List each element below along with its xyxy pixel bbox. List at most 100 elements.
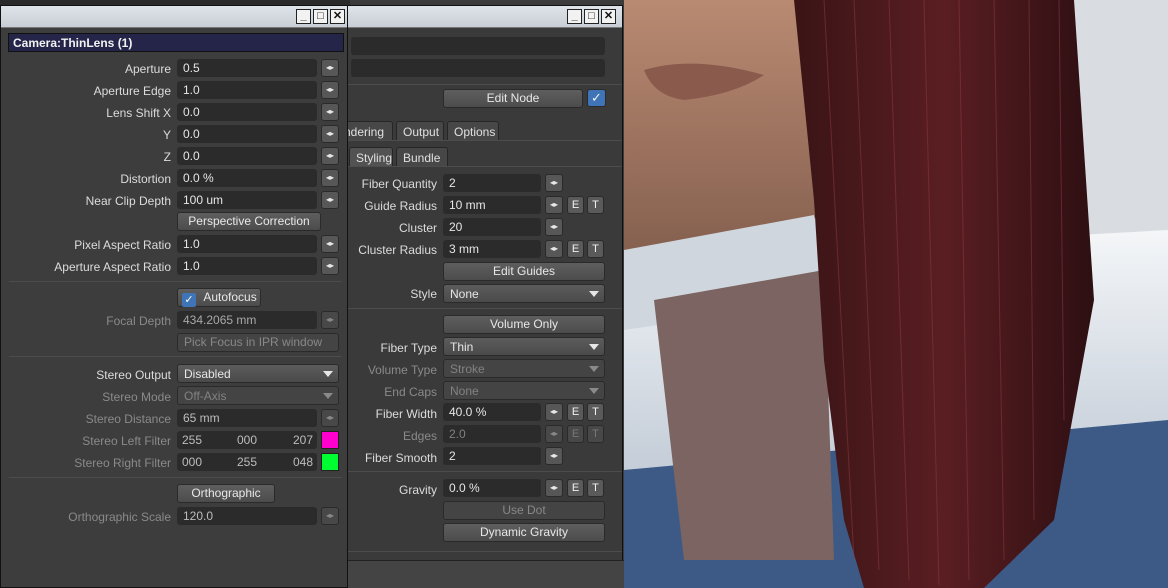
edges-texture-button[interactable]: T [587, 425, 604, 443]
guide-radius-texture-button[interactable]: T [587, 196, 604, 214]
aperture-edge-input[interactable]: 1.0 [177, 81, 317, 99]
volume-type-select[interactable]: Stroke [443, 359, 605, 378]
end-caps-select[interactable]: None [443, 381, 605, 400]
gravity-spinner[interactable]: ◂▸ [545, 479, 563, 497]
fiber-width-input[interactable]: 40.0 % [443, 403, 541, 421]
lens-shift-y-label: Y [162, 128, 171, 142]
cluster-spinner[interactable]: ◂▸ [545, 218, 563, 236]
edges-envelope-button[interactable]: E [567, 425, 584, 443]
volume-only-button[interactable]: Volume Only [443, 315, 605, 334]
cluster-radius-texture-button[interactable]: T [587, 240, 604, 258]
lens-shift-y-input[interactable]: 0.0 [177, 125, 317, 143]
close-button[interactable]: ✕ [601, 9, 616, 24]
aperture-input[interactable]: 0.5 [177, 59, 317, 77]
gravity-input[interactable]: 0.0 % [443, 479, 541, 497]
pixel-aspect-ratio-spinner[interactable]: ◂▸ [321, 235, 339, 253]
fiber-object-field[interactable] [351, 59, 605, 77]
render-viewport [624, 0, 1168, 588]
distortion-spinner[interactable]: ◂▸ [321, 169, 339, 187]
lens-shift-x-spinner[interactable]: ◂▸ [321, 103, 339, 121]
lens-shift-z-spinner[interactable]: ◂▸ [321, 147, 339, 165]
dynamic-gravity-button[interactable]: Dynamic Gravity [443, 523, 605, 542]
stereo-right-color-swatch[interactable] [321, 453, 339, 471]
checkbox-checked-icon: ✓ [182, 293, 196, 307]
edges-input[interactable]: 2.0 [443, 425, 541, 443]
aperture-aspect-ratio-spinner[interactable]: ◂▸ [321, 257, 339, 275]
tab-bundle[interactable]: Bundle [396, 147, 448, 167]
maximize-button[interactable]: □ [313, 9, 328, 24]
focal-depth-input[interactable]: 434.2065 mm [177, 311, 317, 329]
aperture-spinner[interactable]: ◂▸ [321, 59, 339, 77]
cluster-input[interactable]: 20 [443, 218, 541, 236]
minimize-button[interactable]: _ [296, 9, 311, 24]
close-button[interactable]: ✕ [330, 9, 345, 24]
cluster-radius-envelope-button[interactable]: E [567, 240, 584, 258]
gravity-texture-button[interactable]: T [587, 479, 604, 497]
aperture-aspect-ratio-input[interactable]: 1.0 [177, 257, 317, 275]
fiber-quantity-input[interactable]: 2 [443, 174, 541, 192]
lens-shift-z-input[interactable]: 0.0 [177, 147, 317, 165]
maximize-button[interactable]: □ [584, 9, 599, 24]
fiber-smooth-input[interactable]: 2 [443, 447, 541, 465]
fiber-type-label: Fiber Type [380, 341, 437, 355]
pixel-aspect-ratio-input[interactable]: 1.0 [177, 235, 317, 253]
orthographic-scale-input[interactable]: 120.0 [177, 507, 317, 525]
fiber-width-texture-button[interactable]: T [587, 403, 604, 421]
stereo-mode-select[interactable]: Off-Axis [177, 386, 339, 405]
guide-radius-input[interactable]: 10 mm [443, 196, 541, 214]
stereo-output-select[interactable]: Disabled [177, 364, 339, 383]
fiber-type-select[interactable]: Thin [443, 337, 605, 356]
near-clip-depth-spinner[interactable]: ◂▸ [321, 191, 339, 209]
stereo-right-green[interactable]: 255 [237, 455, 257, 469]
guide-radius-spinner[interactable]: ◂▸ [545, 196, 563, 214]
edges-spinner[interactable]: ◂▸ [545, 425, 563, 443]
lens-shift-x-input[interactable]: 0.0 [177, 103, 317, 121]
cluster-radius-input[interactable]: 3 mm [443, 240, 541, 258]
autofocus-toggle[interactable]: ✓ Autofocus [177, 288, 261, 307]
fiber-smooth-spinner[interactable]: ◂▸ [545, 447, 563, 465]
end-caps-label: End Caps [384, 385, 437, 399]
perspective-correction-button[interactable]: Perspective Correction [177, 212, 321, 231]
orthographic-button[interactable]: Orthographic [177, 484, 275, 503]
stereo-left-blue[interactable]: 207 [293, 433, 313, 447]
near-clip-depth-input[interactable]: 100 um [177, 191, 317, 209]
fiber-quantity-spinner[interactable]: ◂▸ [545, 174, 563, 192]
tab-output[interactable]: Output [396, 121, 444, 141]
stereo-distance-spinner[interactable]: ◂▸ [321, 409, 339, 427]
focal-depth-label: Focal Depth [106, 314, 171, 328]
cluster-radius-spinner[interactable]: ◂▸ [545, 240, 563, 258]
fiber-width-envelope-button[interactable]: E [567, 403, 584, 421]
style-select[interactable]: None [443, 284, 605, 303]
stereo-distance-input[interactable]: 65 mm [177, 409, 317, 427]
stereo-left-color-swatch[interactable] [321, 431, 339, 449]
gravity-envelope-button[interactable]: E [567, 479, 584, 497]
edit-guides-button[interactable]: Edit Guides [443, 262, 605, 281]
tab-options[interactable]: Options [447, 121, 499, 141]
focal-depth-spinner[interactable]: ◂▸ [321, 311, 339, 329]
stereo-right-filter-rgb[interactable]: 000 255 048 [177, 453, 317, 471]
lens-shift-z-label: Z [163, 150, 171, 164]
stereo-right-red[interactable]: 000 [182, 455, 202, 469]
stereo-left-green[interactable]: 000 [237, 433, 257, 447]
aperture-edge-spinner[interactable]: ◂▸ [321, 81, 339, 99]
minimize-button[interactable]: _ [567, 9, 582, 24]
end-caps-value: None [450, 384, 479, 398]
lens-shift-y-spinner[interactable]: ◂▸ [321, 125, 339, 143]
pick-focus-button[interactable]: Pick Focus in IPR window [177, 333, 339, 352]
stereo-left-filter-rgb[interactable]: 255 000 207 [177, 431, 317, 449]
fiber-width-spinner[interactable]: ◂▸ [545, 403, 563, 421]
edit-node-checkbox[interactable]: ✓ [587, 89, 606, 107]
distortion-input[interactable]: 0.0 % [177, 169, 317, 187]
aperture-aspect-ratio-label: Aperture Aspect Ratio [54, 260, 171, 274]
divider [9, 281, 342, 282]
pixel-aspect-ratio-label: Pixel Aspect Ratio [74, 238, 171, 252]
use-dot-button[interactable]: Use Dot [443, 501, 605, 520]
orthographic-scale-spinner[interactable]: ◂▸ [321, 507, 339, 525]
stereo-left-red[interactable]: 255 [182, 433, 202, 447]
stereo-right-blue[interactable]: 048 [293, 455, 313, 469]
fiber-name-field[interactable] [351, 37, 605, 55]
guide-radius-envelope-button[interactable]: E [567, 196, 584, 214]
edit-node-button[interactable]: Edit Node [443, 89, 583, 108]
tab-styling[interactable]: Styling [349, 147, 393, 167]
tab-rendering[interactable]: ndering [341, 121, 393, 141]
